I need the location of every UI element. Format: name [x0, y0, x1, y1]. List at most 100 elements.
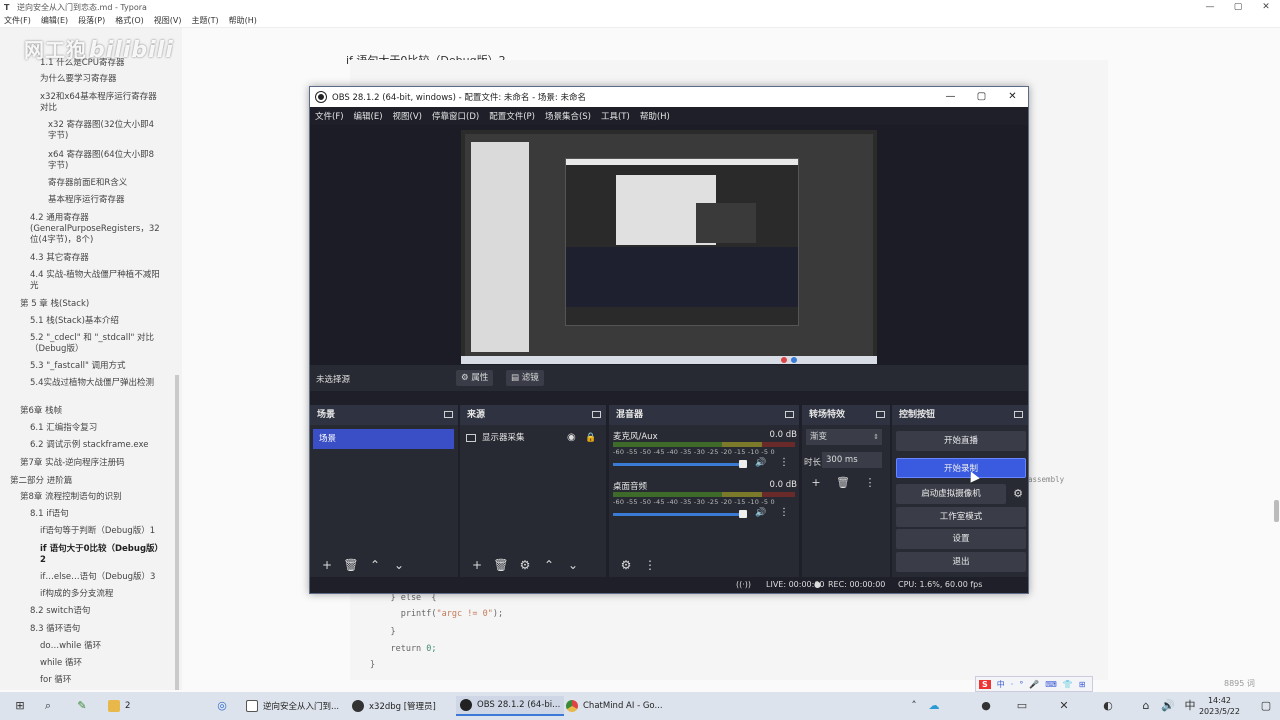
minimize-icon[interactable]: —: [1196, 0, 1224, 14]
speaker-icon[interactable]: 🔊: [755, 508, 766, 518]
start-virtual-camera-button[interactable]: 启动虚拟摄像机: [896, 484, 1006, 504]
outline-item[interactable]: if…else…语句（Debug版）3: [40, 572, 160, 583]
properties-button[interactable]: ⚙ 属性: [456, 370, 494, 386]
undock-icon[interactable]: [1014, 411, 1023, 418]
obs-menu-file[interactable]: 文件(F): [315, 110, 344, 122]
ime-punctuation[interactable]: ·: [1011, 680, 1014, 689]
outline-item[interactable]: 第7章 实战-逆向程序注册码: [20, 458, 160, 469]
outline-item[interactable]: 第6章 栈帧: [20, 406, 160, 417]
settings-button[interactable]: 设置: [896, 529, 1026, 549]
source-item[interactable]: 显示器采集 ◉ 🔒: [466, 429, 600, 447]
transition-select[interactable]: 渐变 ⇕: [806, 429, 882, 445]
add-icon[interactable]: +: [466, 558, 488, 572]
chevron-up-icon[interactable]: ⌃: [538, 558, 560, 572]
word-count[interactable]: 8895 词: [1224, 678, 1255, 689]
more-options-icon[interactable]: ⋮: [860, 475, 880, 491]
skin-icon[interactable]: 👕: [1063, 680, 1073, 689]
menu-view[interactable]: 视图(V): [154, 15, 182, 26]
editor-scrollbar[interactable]: [1274, 500, 1279, 522]
grid-icon[interactable]: ⊞: [1079, 680, 1086, 689]
gear-icon[interactable]: ⚙: [1009, 485, 1027, 503]
maximize-icon[interactable]: ▢: [966, 87, 997, 107]
taskbar-app-typora[interactable]: 逆向安全从入门到...: [242, 696, 343, 716]
outline-item[interactable]: x64 寄存器图(64位大小即8字节): [48, 150, 160, 172]
lock-icon[interactable]: 🔒: [585, 429, 596, 447]
tray-icon[interactable]: ◐: [1100, 698, 1116, 714]
trash-icon[interactable]: 🗑: [833, 475, 853, 491]
taskbar-app-obs[interactable]: OBS 28.1.2 (64-bi...: [456, 696, 565, 716]
outline-item[interactable]: 基本程序运行寄存器: [48, 195, 160, 206]
more-options-icon[interactable]: ⋮: [639, 558, 661, 572]
preview-canvas[interactable]: [461, 130, 877, 364]
windows-start-icon[interactable]: ⊞: [12, 698, 28, 714]
outline-item[interactable]: 5.4实战过植物大战僵尸弹出检测: [30, 378, 160, 389]
ime-toolbar[interactable]: S 中 · ° 🎤 ⌨ 👕 ⊞: [975, 676, 1093, 692]
tray-icon[interactable]: ✕: [1056, 698, 1072, 714]
outline-item[interactable]: 第二部分 进阶篇: [10, 476, 160, 487]
undock-icon[interactable]: [592, 411, 601, 418]
obs-menu-edit[interactable]: 编辑(E): [354, 110, 383, 122]
exit-button[interactable]: 退出: [896, 552, 1026, 572]
scene-item[interactable]: 场景: [313, 429, 454, 449]
edge-icon[interactable]: ◎: [214, 698, 230, 714]
more-options-icon[interactable]: ⋮: [779, 507, 789, 518]
obs-menu-profile[interactable]: 配置文件(P): [489, 110, 535, 122]
ime-fullwidth[interactable]: °: [1019, 680, 1023, 689]
studio-mode-button[interactable]: 工作室模式: [896, 507, 1026, 527]
microphone-icon[interactable]: 🎤: [1029, 680, 1039, 689]
volume-slider[interactable]: [613, 463, 743, 466]
keyboard-icon[interactable]: ⌨: [1045, 680, 1057, 689]
trash-icon[interactable]: 🗑: [490, 558, 512, 572]
add-icon[interactable]: +: [806, 475, 826, 491]
outline-item[interactable]: 第 5 章 栈(Stack): [20, 299, 160, 310]
undock-icon[interactable]: [785, 411, 794, 418]
search-icon[interactable]: ⌕: [40, 698, 56, 714]
add-icon[interactable]: +: [316, 558, 338, 572]
undock-icon[interactable]: [876, 411, 885, 418]
obs-menu-docks[interactable]: 停靠窗口(D): [432, 110, 479, 122]
outline-item[interactable]: 第8章 流程控制语句的识别: [20, 492, 160, 503]
obs-menu-tools[interactable]: 工具(T): [601, 110, 630, 122]
outline-item[interactable]: 4.3 其它寄存器: [30, 253, 160, 264]
taskbar-app-chrome[interactable]: ChatMind AI - Go...: [562, 696, 667, 716]
outline-item[interactable]: 6.2 调试示例 stackframe.exe: [30, 440, 160, 451]
start-streaming-button[interactable]: 开始直播: [896, 431, 1026, 451]
eye-icon[interactable]: ◉: [567, 429, 576, 447]
outline-item[interactable]: x32和x64基本程序运行寄存器对比: [40, 92, 160, 114]
duration-spinbox[interactable]: 300 ms: [822, 452, 882, 468]
volume-slider[interactable]: [613, 513, 743, 516]
tray-icon[interactable]: ▭: [1014, 698, 1030, 714]
cloud-icon[interactable]: ☁: [926, 698, 942, 714]
outline-item[interactable]: 6.1 汇编指令复习: [30, 423, 160, 434]
outline-item[interactable]: 为什么要学习寄存器: [40, 74, 160, 85]
menu-theme[interactable]: 主题(T): [191, 15, 218, 26]
volume-slider-handle[interactable]: [739, 460, 747, 468]
outline-item[interactable]: 4.4 实战-植物大战僵尸种植不减阳光: [30, 270, 160, 292]
network-icon[interactable]: ⌂: [1138, 698, 1154, 714]
ime-chinese-mode[interactable]: 中: [997, 679, 1005, 690]
outline-item[interactable]: 8.1 if语句: [30, 509, 160, 520]
outline-item[interactable]: 8.3 循环语句: [30, 624, 160, 635]
notepad-icon[interactable]: ✎: [74, 698, 90, 714]
outline-item[interactable]: 5.3 "_fastcall" 调用方式: [30, 361, 160, 372]
gear-icon[interactable]: ⚙: [615, 558, 637, 572]
notifications-icon[interactable]: ▢: [1258, 698, 1274, 714]
filters-button[interactable]: ▤ 滤镜: [506, 370, 544, 386]
outline-item[interactable]: while 循环: [40, 658, 160, 669]
outline-item[interactable]: if构成的多分支流程: [40, 589, 160, 600]
outline-item[interactable]: 5.1 栈(Stack)基本介绍: [30, 316, 160, 327]
outline-item[interactable]: if 语句大于0比较（Debug版）2: [40, 544, 160, 566]
trash-icon[interactable]: 🗑: [340, 558, 362, 572]
menu-edit[interactable]: 编辑(E): [41, 15, 68, 26]
outline-item[interactable]: if语句等于判断（Debug版）1: [40, 526, 160, 537]
input-language-icon[interactable]: 中: [1182, 698, 1198, 714]
chevron-up-icon[interactable]: ⌃: [364, 558, 386, 572]
outline-item[interactable]: do…while 循环: [40, 641, 160, 652]
system-clock[interactable]: 14:42 2023/5/22: [1199, 695, 1240, 717]
maximize-icon[interactable]: ▢: [1224, 0, 1252, 14]
outline-item[interactable]: 寄存器前面E和R含义: [48, 178, 160, 189]
chevron-down-icon[interactable]: ⌄: [388, 558, 410, 572]
menu-paragraph[interactable]: 段落(P): [78, 15, 105, 26]
speaker-icon[interactable]: 🔊: [755, 458, 766, 468]
taskbar-app-explorer[interactable]: 2: [104, 696, 134, 716]
